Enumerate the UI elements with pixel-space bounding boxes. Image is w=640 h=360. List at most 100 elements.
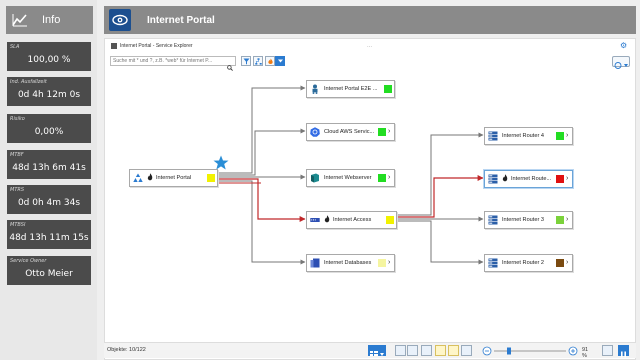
document-icon bbox=[111, 43, 117, 49]
router-rack-icon bbox=[488, 215, 498, 225]
search-input[interactable] bbox=[113, 57, 225, 65]
edge-portal-access bbox=[217, 178, 306, 222]
kpi-service-owner: Service Owner Otto Meier bbox=[7, 256, 91, 285]
edge-access-router1 bbox=[397, 175, 484, 218]
info-header: Info bbox=[6, 6, 93, 34]
router-rack-icon bbox=[488, 131, 498, 141]
kpi-label: Ind. Ausfallzeit bbox=[10, 79, 47, 85]
edge-portal-aws bbox=[217, 128, 306, 176]
page-header: Internet Portal bbox=[104, 6, 636, 34]
view-mode-dropdown[interactable] bbox=[368, 345, 386, 356]
node-label: Internet Webserver bbox=[324, 175, 372, 181]
kpi-mtrs: MTRS 0d 0h 4m 34s bbox=[7, 185, 91, 214]
chevron-right-icon[interactable]: › bbox=[566, 175, 572, 183]
router-rack-icon bbox=[488, 174, 498, 184]
node-internet-portal[interactable]: Internet Portal bbox=[129, 169, 218, 187]
status-indicator bbox=[556, 132, 564, 140]
info-sidebar: Info SLA 100,00 % Ind. Ausfallzeit 0d 4h… bbox=[0, 0, 97, 360]
kubernetes-icon bbox=[310, 127, 320, 137]
chevron-right-icon[interactable]: › bbox=[566, 216, 572, 224]
page-title: Internet Portal bbox=[147, 14, 215, 26]
info-title: Info bbox=[42, 14, 61, 26]
breadcrumb-label: Internet Portal - Service Explorer bbox=[120, 43, 193, 49]
kpi-mtbsi: MTBSI 48d 13h 11m 15s bbox=[7, 220, 91, 249]
service-group-icon bbox=[133, 173, 143, 183]
status-indicator bbox=[556, 216, 564, 224]
zoom-control: 91 % bbox=[482, 346, 588, 359]
node-internet-router-2[interactable]: Internet Router 2 › bbox=[484, 254, 573, 272]
zoom-percent: 91 % bbox=[582, 347, 589, 359]
kpi-value: 100,00 % bbox=[27, 55, 71, 65]
pause-icon[interactable] bbox=[618, 345, 629, 358]
node-internet-access[interactable]: Internet Access bbox=[306, 211, 397, 229]
filter-icon[interactable] bbox=[241, 56, 251, 66]
service-graph-canvas[interactable]: Internet Portal Internet Portal E2E ... … bbox=[105, 73, 635, 341]
flame-icon bbox=[502, 174, 508, 184]
kpi-sla: SLA 100,00 % bbox=[7, 42, 91, 71]
chevron-down-icon[interactable] bbox=[275, 56, 285, 66]
node-label: Internet Router 2 bbox=[502, 260, 544, 266]
kpi-label: MTBF bbox=[10, 152, 24, 158]
kpi-risk: Risiko 0,00% bbox=[7, 114, 91, 143]
status-indicator bbox=[378, 174, 386, 182]
status-indicator bbox=[386, 216, 394, 224]
node-cloud-aws[interactable]: Cloud AWS Servic... › bbox=[306, 123, 395, 141]
kpi-mtbf: MTBF 48d 13h 6m 41s bbox=[7, 150, 91, 179]
graph-edges bbox=[217, 85, 484, 265]
chevron-right-icon[interactable]: › bbox=[566, 259, 572, 267]
kpi-value: 0,00% bbox=[34, 127, 64, 137]
status-bar: Objekte: 10/122 91 % bbox=[104, 342, 636, 359]
fit-view-icon[interactable] bbox=[395, 345, 406, 356]
hierarchy-icon[interactable] bbox=[253, 56, 263, 66]
eye-icon bbox=[109, 9, 131, 31]
router-rack-icon bbox=[488, 258, 498, 268]
zoom-slider-thumb bbox=[507, 347, 511, 355]
kpi-label: MTRS bbox=[10, 187, 25, 193]
fullscreen-icon[interactable] bbox=[602, 345, 613, 356]
flame-icon bbox=[147, 173, 153, 183]
panel-drag-handle[interactable]: ··· bbox=[367, 44, 372, 50]
kpi-value: 48d 13h 6m 41s bbox=[12, 163, 86, 173]
filter-view-icon[interactable] bbox=[448, 345, 459, 356]
node-label: Internet Route... bbox=[511, 176, 552, 182]
kpi-label: SLA bbox=[10, 44, 20, 50]
search-icon[interactable] bbox=[227, 58, 233, 71]
node-label: Internet Router 4 bbox=[502, 133, 544, 139]
node-internet-portal-e2e[interactable]: Internet Portal E2E ... bbox=[306, 80, 395, 98]
node-internet-webserver[interactable]: Internet Webserver › bbox=[306, 169, 395, 187]
chevron-right-icon[interactable]: › bbox=[388, 174, 394, 182]
line-chart-icon bbox=[12, 11, 32, 29]
edge-access-router2 bbox=[397, 220, 484, 265]
app-root: Info SLA 100,00 % Ind. Ausfallzeit 0d 4h… bbox=[0, 0, 640, 360]
kpi-value: 0d 0h 4m 34s bbox=[17, 198, 81, 208]
node-label: Internet Portal bbox=[156, 175, 192, 181]
kpi-downtime: Ind. Ausfallzeit 0d 4h 12m 0s bbox=[7, 77, 91, 106]
user-robot-icon bbox=[310, 84, 320, 94]
gear-icon[interactable]: ⚙ bbox=[620, 42, 628, 50]
database-icon bbox=[310, 258, 320, 268]
flame-icon bbox=[324, 215, 330, 225]
kpi-label: Risiko bbox=[10, 116, 25, 122]
kpi-value: 48d 13h 11m 15s bbox=[9, 233, 89, 243]
flame-filter-icon[interactable] bbox=[265, 56, 275, 66]
favorite-star-icon[interactable] bbox=[213, 155, 229, 170]
node-internet-router-4[interactable]: Internet Router 4 › bbox=[484, 127, 573, 145]
node-internet-router-3[interactable]: Internet Router 3 › bbox=[484, 211, 573, 229]
highlight-icon[interactable] bbox=[435, 345, 446, 356]
chevron-right-icon[interactable]: › bbox=[388, 128, 394, 136]
status-indicator bbox=[378, 128, 386, 136]
layout-dropdown[interactable] bbox=[612, 56, 630, 69]
node-label: Internet Databases bbox=[324, 260, 372, 266]
status-indicator bbox=[384, 85, 392, 93]
image-export-icon[interactable] bbox=[421, 345, 432, 356]
chevron-right-icon[interactable]: › bbox=[566, 132, 572, 140]
breadcrumb: Internet Portal - Service Explorer bbox=[111, 43, 193, 49]
status-indicator bbox=[378, 259, 386, 267]
expand-view-icon[interactable] bbox=[407, 345, 418, 356]
kpi-label: Service Owner bbox=[10, 258, 47, 264]
status-indicator bbox=[207, 174, 215, 182]
node-internet-router-1[interactable]: Internet Route... › bbox=[484, 170, 573, 188]
layout-view-icon[interactable] bbox=[461, 345, 472, 356]
chevron-right-icon[interactable]: › bbox=[388, 259, 394, 267]
node-internet-databases[interactable]: Internet Databases › bbox=[306, 254, 395, 272]
